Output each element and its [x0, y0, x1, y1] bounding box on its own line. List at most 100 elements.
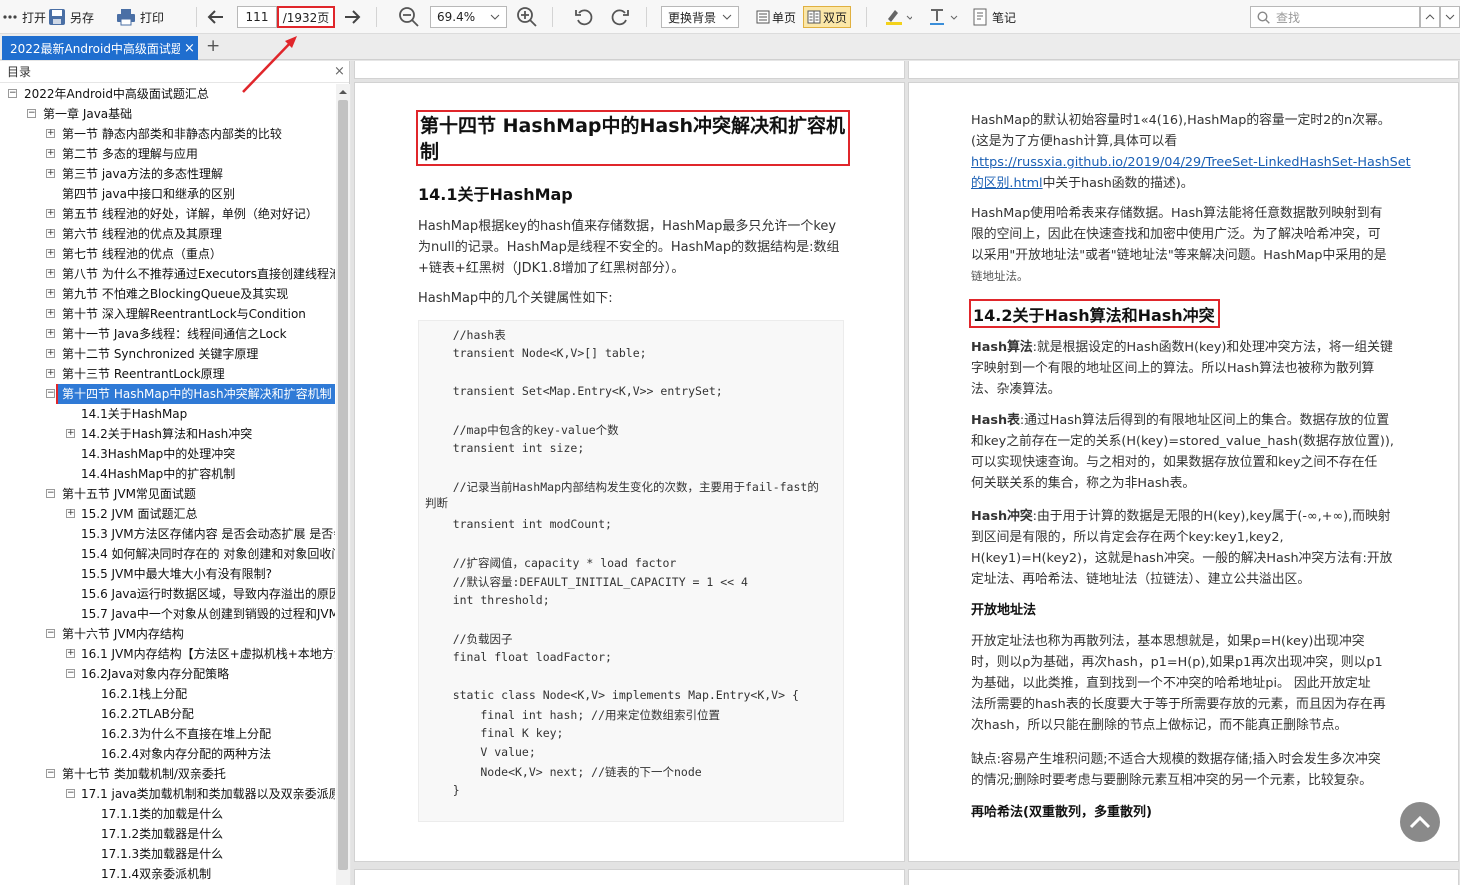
search-down-button[interactable]	[1440, 6, 1460, 28]
toc-item[interactable]: +16.1 JVM内存结构【方法区+虚拟机栈+本地方法栈】	[0, 644, 335, 664]
expand-icon[interactable]: +	[46, 209, 55, 218]
toc-item[interactable]: − 第十六节 JVM内存结构	[0, 624, 335, 644]
expand-icon[interactable]: +	[66, 509, 75, 518]
search-up-button[interactable]	[1420, 6, 1440, 28]
zoom-in-button[interactable]	[516, 5, 538, 29]
toc-item[interactable]: 17.1.4双亲委派机制	[0, 864, 335, 884]
toc-item[interactable]: + 第八节 为什么不推荐通过Executors直接创建线程池	[0, 264, 335, 284]
close-tab-icon[interactable]: ×	[184, 41, 195, 56]
toc-item[interactable]: + 第一节 静态内部类和非静态内部类的比较	[0, 124, 335, 144]
toc-item[interactable]: 15.3 JVM方法区存储内容 是否会动态扩展 是否会出现内存溢出	[0, 524, 335, 544]
toc-item[interactable]: 14.1关于HashMap	[0, 404, 335, 424]
toc-item[interactable]: + 第五节 线程池的好处，详解，单例（绝对好记）	[0, 204, 335, 224]
expand-icon[interactable]: +	[46, 229, 55, 238]
toc-item[interactable]: + 第六节 线程池的优点及其原理	[0, 224, 335, 244]
back-to-top-button[interactable]	[1400, 802, 1440, 842]
toc-item[interactable]: 17.1.3类加载器是什么	[0, 844, 335, 864]
expand-icon[interactable]: +	[66, 649, 75, 658]
toc-item[interactable]: +14.2关于Hash算法和Hash冲突	[0, 424, 335, 444]
zoom-select[interactable]: 69.4%	[430, 6, 507, 28]
toc-item[interactable]: 15.7 Java中一个对象从创建到销毁的过程和JVM	[0, 604, 335, 624]
collapse-icon[interactable]: −	[46, 769, 55, 778]
toc-item[interactable]: + 第九节 不怕难之BlockingQueue及其实现	[0, 284, 335, 304]
expand-icon[interactable]: +	[46, 369, 55, 378]
text-tool-button[interactable]	[928, 5, 958, 29]
page-number-input[interactable]: 111	[237, 6, 277, 28]
add-tab-button[interactable]: +	[206, 36, 220, 56]
subsection-heading-14-1: 14.1关于HashMap	[418, 185, 573, 204]
background-select[interactable]: 更换背景	[661, 6, 739, 28]
toc-item[interactable]: − 第一章 Java基础	[0, 104, 335, 124]
toc-item[interactable]: + 第十三节 ReentrantLock原理	[0, 364, 335, 384]
toc-item[interactable]: −16.2Java对象内存分配策略	[0, 664, 335, 684]
toc-item[interactable]: 15.6 Java运行时数据区域，导致内存溢出的原因	[0, 584, 335, 604]
expand-icon[interactable]: +	[46, 169, 55, 178]
open-button[interactable]: 打开	[2, 5, 46, 29]
close-sidebar-icon[interactable]: ×	[334, 64, 345, 79]
toc-item[interactable]: 17.1.1类的加载是什么	[0, 804, 335, 824]
expand-icon[interactable]: +	[66, 429, 75, 438]
text-span: :通过Hash算法后得到的有限地址区间上的集合。数据存放的位置	[1019, 413, 1390, 428]
toc-item[interactable]: + 第三节 java方法的多态性理解	[0, 164, 335, 184]
search-input[interactable]: 查找	[1250, 6, 1420, 28]
toc-item[interactable]: 17.1.2类加载器是什么	[0, 824, 335, 844]
toc-item[interactable]: 16.2.1栈上分配	[0, 684, 335, 704]
prev-page-button[interactable]	[206, 5, 226, 29]
toc-item[interactable]: 16.2.2TLAB分配	[0, 704, 335, 724]
scroll-up-icon[interactable]	[336, 86, 350, 98]
reference-link[interactable]: https://russxia.github.io/2019/04/29/Tre…	[971, 152, 1411, 173]
rehash-heading: 再哈希法(双重散列，多重散列)	[971, 805, 1152, 820]
rotate-right-button[interactable]	[610, 5, 630, 29]
collapse-icon[interactable]: −	[46, 629, 55, 638]
collapse-icon[interactable]: −	[8, 89, 17, 98]
toc-item[interactable]: 14.4HashMap中的扩容机制	[0, 464, 335, 484]
saveas-button[interactable]: 另存	[48, 5, 94, 29]
notes-button[interactable]: 笔记	[972, 5, 1016, 29]
collapse-icon[interactable]: −	[46, 489, 55, 498]
expand-icon[interactable]: +	[46, 289, 55, 298]
document-tab[interactable]: 2022最新Android中高级面试题 ×	[2, 36, 198, 60]
zoom-out-button[interactable]	[398, 5, 420, 29]
toc-item[interactable]: +15.2 JVM 面试题汇总	[0, 504, 335, 524]
toc-item[interactable]: + 第十节 深入理解ReentrantLock与Condition	[0, 304, 335, 324]
print-button[interactable]: 打印	[116, 5, 164, 29]
toc-scrollbar[interactable]	[336, 84, 350, 885]
toc-item[interactable]: + 第七节 线程池的优点（重点）	[0, 244, 335, 264]
text-line: 开放定址法也称为再散列法，基本思想就是，如果p=H(key)出现冲突	[971, 634, 1365, 649]
expand-icon[interactable]: +	[46, 309, 55, 318]
toc-item[interactable]: + 第十二节 Synchronized 关键字原理	[0, 344, 335, 364]
toc-item[interactable]: + 第十一节 Java多线程：线程间通信之Lock	[0, 324, 335, 344]
toc-item-label: 第十五节 JVM常见面试题	[62, 487, 196, 501]
toc-item[interactable]: − 第十四节 HashMap中的Hash冲突解决和扩容机制	[0, 384, 335, 404]
toc-item[interactable]: 第四节 java中接口和继承的区别	[0, 184, 335, 204]
double-page-button[interactable]: 双页	[803, 6, 852, 28]
toc-item-label: 16.1 JVM内存结构【方法区+虚拟机栈+本地方法栈】	[81, 647, 335, 661]
expand-icon[interactable]: +	[46, 329, 55, 338]
toc-item-label: 17.1 java类加载机制和类加载器以及双亲委派原理	[81, 787, 335, 801]
toc-item[interactable]: − 第十七节 类加载机制/双亲委托	[0, 764, 335, 784]
single-page-button[interactable]: 单页	[756, 6, 796, 28]
collapse-icon[interactable]: −	[66, 789, 75, 798]
toc-item[interactable]: 14.3HashMap中的处理冲突	[0, 444, 335, 464]
collapse-icon[interactable]: −	[46, 389, 55, 398]
expand-icon[interactable]: +	[46, 269, 55, 278]
expand-icon[interactable]: +	[46, 129, 55, 138]
expand-icon[interactable]: +	[46, 149, 55, 158]
toc-item-label: 第三节 java方法的多态性理解	[62, 167, 223, 181]
collapse-icon[interactable]: −	[27, 109, 36, 118]
collapse-icon[interactable]: −	[66, 669, 75, 678]
expand-icon[interactable]: +	[46, 349, 55, 358]
toc-item[interactable]: + 第二节 多态的理解与应用	[0, 144, 335, 164]
next-page-button[interactable]	[342, 5, 362, 29]
toc-item[interactable]: −17.1 java类加载机制和类加载器以及双亲委派原理	[0, 784, 335, 804]
rotate-left-button[interactable]	[574, 5, 594, 29]
reference-link-cont[interactable]: 的区别.html	[971, 176, 1043, 191]
toc-item[interactable]: 15.5 JVM中最大堆大小有没有限制?	[0, 564, 335, 584]
highlight-button[interactable]	[884, 5, 912, 29]
toc-item[interactable]: 16.2.4对象内存分配的两种方法	[0, 744, 335, 764]
toc-item[interactable]: 15.4 如何解决同时存在的 对象创建和对象回收问题	[0, 544, 335, 564]
expand-icon[interactable]: +	[46, 249, 55, 258]
toc-item[interactable]: − 第十五节 JVM常见面试题	[0, 484, 335, 504]
toc-item[interactable]: 16.2.3为什么不直接在堆上分配	[0, 724, 335, 744]
toc-scroll-thumb[interactable]	[338, 100, 348, 870]
